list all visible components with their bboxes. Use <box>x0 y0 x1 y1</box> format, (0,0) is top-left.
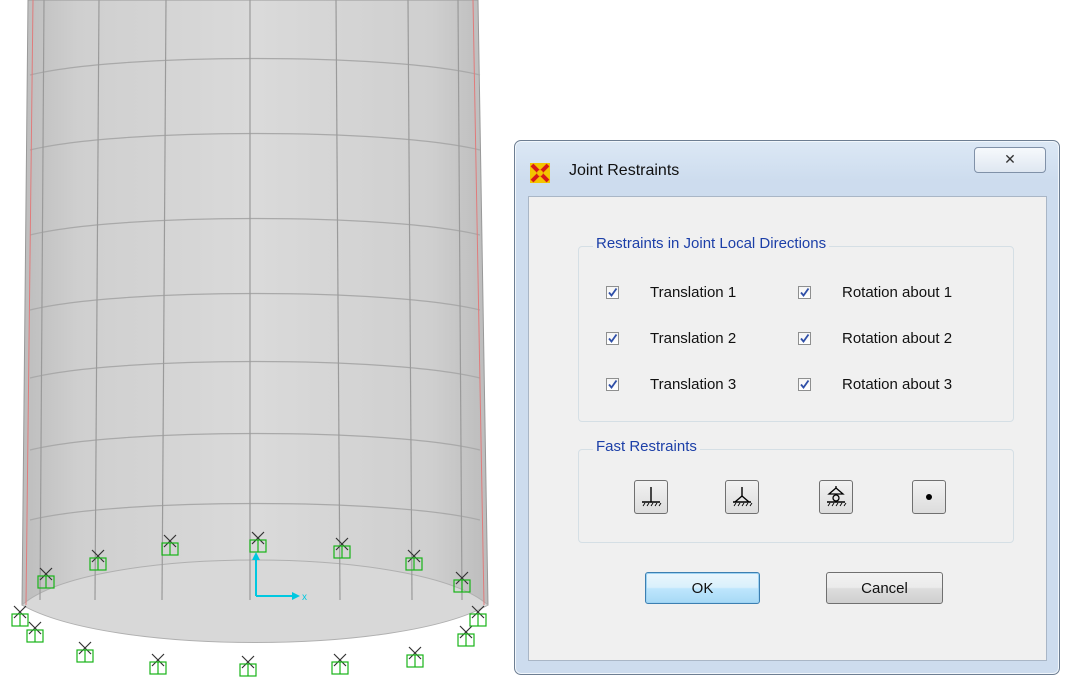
check-icon <box>608 287 618 297</box>
checkbox-label: Rotation about 2 <box>842 330 953 347</box>
dialog-titlebar[interactable]: Joint Restraints ✕ <box>515 141 1059 193</box>
model-viewport[interactable]: x <box>0 0 520 685</box>
checkbox-box[interactable] <box>606 286 619 299</box>
restraint-symbol <box>76 641 94 663</box>
restraint-symbol <box>331 653 349 675</box>
local-directions-group-label: Restraints in Joint Local Directions <box>593 235 830 252</box>
checkbox-label: Translation 3 <box>650 376 737 393</box>
checkbox-box[interactable] <box>798 378 811 391</box>
checkbox-translation-1[interactable]: Translation 1 <box>606 284 736 301</box>
joint-restraints-dialog: Joint Restraints ✕ Restraints in Joint L… <box>514 140 1060 675</box>
restraint-symbol <box>406 646 424 668</box>
fixed-support-icon <box>642 487 662 507</box>
cylinder-shell <box>21 0 489 643</box>
roller-restraint-button[interactable] <box>819 480 853 514</box>
cancel-button[interactable]: Cancel <box>826 572 943 604</box>
pinned-restraint-button[interactable] <box>725 480 759 514</box>
check-icon <box>608 379 618 389</box>
close-button[interactable]: ✕ <box>974 147 1046 173</box>
restraint-symbol <box>239 655 257 677</box>
checkbox-rotation-1[interactable]: Rotation about 1 <box>798 284 952 301</box>
checkbox-rotation-3[interactable]: Rotation about 3 <box>798 376 952 393</box>
checkbox-label: Rotation about 3 <box>842 376 953 393</box>
local-directions-group: Restraints in Joint Local Directions Tra… <box>578 235 1014 422</box>
sap-app-icon <box>530 163 550 183</box>
checkbox-label: Translation 1 <box>650 284 737 301</box>
checkbox-label: Rotation about 1 <box>842 284 953 301</box>
fixed-restraint-button[interactable] <box>634 480 668 514</box>
pin-support-icon <box>733 487 753 507</box>
fast-restraints-group: Fast Restraints <box>578 438 1014 543</box>
check-icon <box>800 379 810 389</box>
free-restraint-button[interactable] <box>912 480 946 514</box>
close-icon: ✕ <box>1004 152 1016 168</box>
checkbox-box[interactable] <box>798 286 811 299</box>
dialog-title: Joint Restraints <box>569 162 680 179</box>
checkbox-label: Translation 2 <box>650 330 737 347</box>
check-icon <box>800 333 810 343</box>
fast-restraints-group-label: Fast Restraints <box>593 438 700 455</box>
check-icon <box>608 333 618 343</box>
check-icon <box>800 287 810 297</box>
checkbox-box[interactable] <box>606 332 619 345</box>
checkbox-box[interactable] <box>606 378 619 391</box>
restraint-symbol <box>26 621 44 643</box>
restraint-symbol <box>457 625 475 647</box>
free-joint-icon <box>926 494 932 500</box>
ok-button[interactable]: OK <box>645 572 760 604</box>
roller-support-icon <box>827 486 847 507</box>
checkbox-box[interactable] <box>798 332 811 345</box>
restraint-symbol <box>11 605 29 627</box>
restraint-symbol <box>149 653 167 675</box>
checkbox-rotation-2[interactable]: Rotation about 2 <box>798 330 952 347</box>
checkbox-translation-2[interactable]: Translation 2 <box>606 330 736 347</box>
checkbox-translation-3[interactable]: Translation 3 <box>606 376 736 393</box>
axis-x-label: x <box>302 592 307 603</box>
dialog-client-area: Restraints in Joint Local Directions Tra… <box>528 196 1047 661</box>
